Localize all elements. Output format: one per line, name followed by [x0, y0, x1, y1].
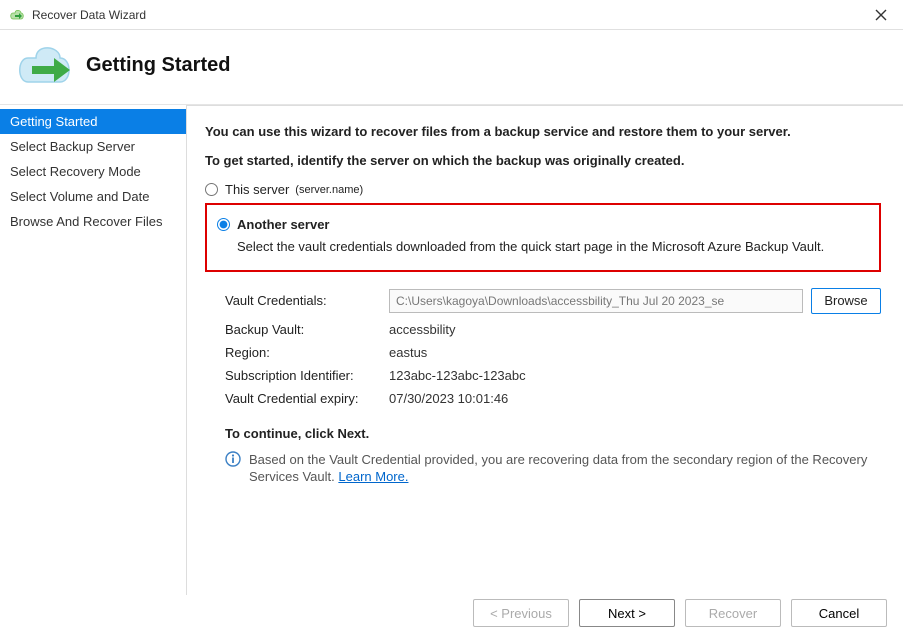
titlebar: Recover Data Wizard	[0, 0, 903, 30]
expiry-value: 07/30/2023 10:01:46	[389, 391, 881, 406]
info-text-wrap: Based on the Vault Credential provided, …	[249, 451, 881, 486]
expiry-label: Vault Credential expiry:	[225, 391, 383, 406]
region-value: eastus	[389, 345, 881, 360]
intro-text: You can use this wizard to recover files…	[205, 124, 881, 139]
cloud-restore-icon	[8, 40, 78, 90]
info-message: Based on the Vault Credential provided, …	[225, 451, 881, 486]
step-select-volume-date[interactable]: Select Volume and Date	[0, 184, 186, 209]
learn-more-link[interactable]: Learn More.	[338, 469, 408, 484]
step-getting-started[interactable]: Getting Started	[0, 109, 186, 134]
step-browse-recover[interactable]: Browse And Recover Files	[0, 209, 186, 234]
another-server-highlight: Another server Select the vault credenti…	[205, 203, 881, 272]
subscription-value: 123abc-123abc-123abc	[389, 368, 881, 383]
radio-this-server[interactable]: This server (server.name)	[205, 182, 881, 197]
vault-credentials-input[interactable]	[389, 289, 803, 313]
previous-button: < Previous	[473, 599, 569, 627]
another-server-desc: Select the vault credentials downloaded …	[237, 238, 869, 256]
page-title: Getting Started	[86, 54, 230, 77]
radio-another-server-input[interactable]	[217, 218, 230, 231]
vault-credentials-row: Browse	[389, 288, 881, 314]
subscription-label: Subscription Identifier:	[225, 368, 383, 383]
wizard-footer: < Previous Next > Recover Cancel	[473, 599, 887, 627]
this-server-name: (server.name)	[295, 184, 363, 196]
identify-text: To get started, identify the server on w…	[205, 153, 881, 168]
info-icon	[225, 451, 241, 467]
vault-credentials-label: Vault Credentials:	[225, 293, 383, 308]
cancel-button[interactable]: Cancel	[791, 599, 887, 627]
recover-button: Recover	[685, 599, 781, 627]
close-button[interactable]	[875, 9, 895, 21]
backup-vault-label: Backup Vault:	[225, 322, 383, 337]
wizard-body: Getting Started Select Backup Server Sel…	[0, 105, 903, 595]
wizard-header: Getting Started	[0, 30, 903, 105]
backup-vault-value: accessbility	[389, 322, 881, 337]
next-button[interactable]: Next >	[579, 599, 675, 627]
wizard-main-panel: You can use this wizard to recover files…	[186, 105, 903, 595]
radio-another-server[interactable]: Another server	[217, 217, 869, 232]
vault-details-grid: Vault Credentials: Browse Backup Vault: …	[225, 288, 881, 406]
app-icon	[8, 6, 26, 24]
radio-this-server-input[interactable]	[205, 183, 218, 196]
browse-button[interactable]: Browse	[811, 288, 881, 314]
wizard-steps-sidebar: Getting Started Select Backup Server Sel…	[0, 105, 186, 595]
region-label: Region:	[225, 345, 383, 360]
step-select-backup-server[interactable]: Select Backup Server	[0, 134, 186, 159]
step-select-recovery-mode[interactable]: Select Recovery Mode	[0, 159, 186, 184]
window-title: Recover Data Wizard	[32, 8, 875, 22]
radio-this-server-label: This server	[225, 182, 289, 197]
continue-text: To continue, click Next.	[225, 426, 881, 441]
radio-another-server-label: Another server	[237, 217, 329, 232]
